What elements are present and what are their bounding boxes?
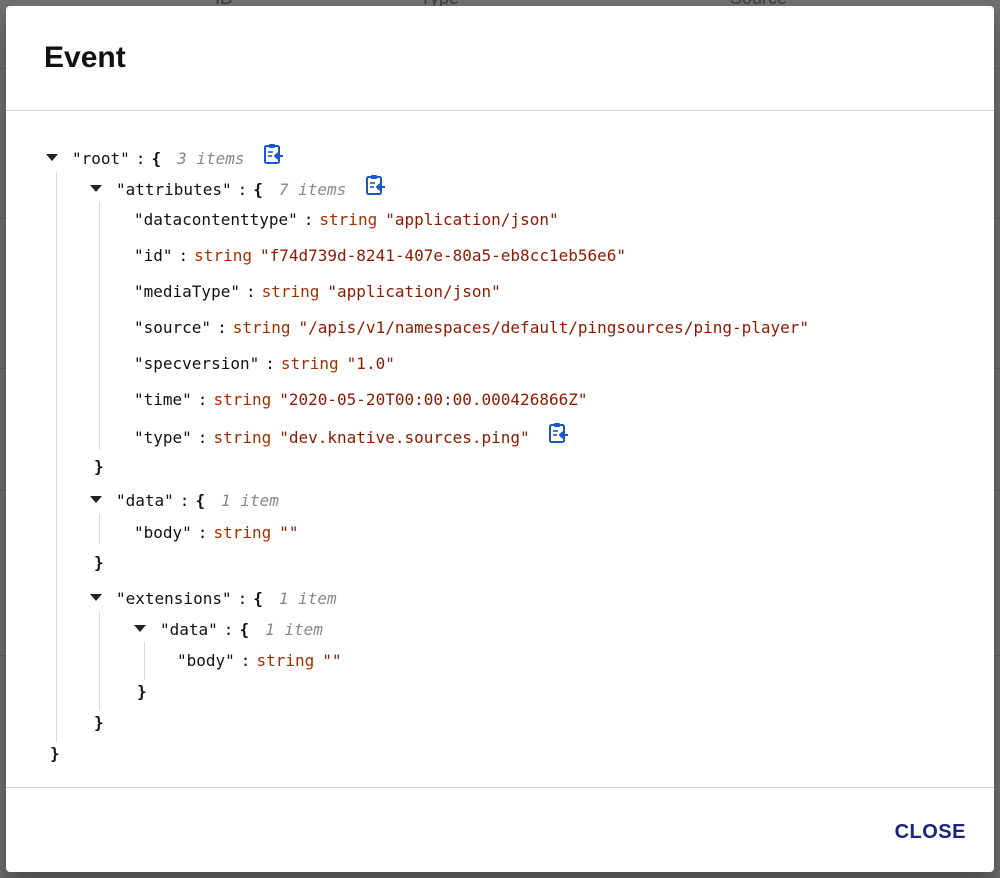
json-key: "time": [134, 390, 192, 409]
json-colon: :: [179, 491, 190, 510]
json-attribute-row[interactable]: "id": string "f74d739d-8241-407e-80a5-eb8c…: [134, 244, 626, 268]
root-guide-line: [56, 172, 57, 742]
data-guide-line: [99, 514, 100, 544]
json-colon: :: [245, 282, 256, 301]
json-value: "dev.knative.sources.ping": [279, 428, 530, 447]
json-key: "data": [160, 620, 218, 639]
json-type: string: [213, 390, 272, 409]
item-count: 7 items: [278, 180, 347, 199]
json-open-brace: {: [253, 180, 263, 199]
json-colon: :: [135, 149, 146, 168]
json-attribute-row[interactable]: "body": string "": [134, 521, 299, 545]
actions-divider: [6, 787, 994, 788]
caret-down-icon[interactable]: [90, 594, 102, 601]
extensions-guide-line: [99, 612, 100, 710]
json-key: "data": [116, 491, 174, 510]
caret-down-icon[interactable]: [46, 154, 58, 161]
json-value: "2020-05-20T00:00:00.000426866Z": [279, 390, 588, 409]
json-close-brace: }: [50, 744, 60, 763]
dialog-title: Event: [44, 41, 126, 74]
json-key: "root": [72, 149, 130, 168]
json-colon: :: [197, 523, 208, 542]
item-count: 1 item: [278, 589, 337, 608]
json-value: "application/json": [327, 282, 501, 301]
json-node-data[interactable]: "data": {1 item: [90, 489, 279, 513]
json-colon: :: [223, 620, 234, 639]
json-open-brace: {: [253, 589, 263, 608]
json-colon: :: [197, 428, 208, 447]
json-type: string: [194, 246, 252, 265]
copy-to-clipboard-icon[interactable]: [364, 174, 386, 203]
caret-down-icon[interactable]: [90, 496, 102, 503]
json-node-ext-data[interactable]: "data": {1 item: [134, 618, 323, 642]
json-type: string: [319, 210, 378, 229]
json-key: "mediaType": [134, 282, 240, 301]
close-button[interactable]: CLOSE: [895, 817, 966, 848]
json-value: "application/json": [385, 210, 559, 229]
json-attribute-row[interactable]: "specversion": string "1.0": [134, 352, 395, 376]
json-type: string: [232, 318, 291, 337]
json-attribute-row[interactable]: "datacontenttype": string "application/jso…: [134, 208, 559, 232]
json-close-brace: }: [94, 455, 104, 479]
json-close-brace: }: [94, 711, 104, 735]
json-value: "": [279, 523, 299, 542]
copy-to-clipboard-icon[interactable]: [262, 143, 284, 172]
json-key: "attributes": [116, 180, 232, 199]
json-key: "datacontenttype": [134, 210, 298, 229]
json-colon: :: [178, 246, 189, 265]
json-key: "specversion": [134, 354, 260, 373]
json-colon: :: [237, 180, 248, 199]
json-type: string: [256, 651, 315, 670]
attributes-guide-line: [99, 202, 100, 450]
json-key: "source": [134, 318, 212, 337]
json-close-brace: }: [94, 457, 104, 476]
json-close-brace: }: [94, 713, 104, 732]
json-key: "extensions": [116, 589, 232, 608]
json-attribute-row[interactable]: "time": string "2020-05-20T00:00:00.000426…: [134, 388, 587, 412]
item-count: 3 items: [177, 149, 245, 168]
ext-data-guide-line: [144, 642, 145, 680]
json-key: "type": [134, 428, 192, 447]
json-value: "/apis/v1/namespaces/default/pingsources…: [298, 318, 810, 337]
caret-down-icon[interactable]: [134, 625, 146, 632]
json-type: string: [280, 354, 339, 373]
json-value: "": [322, 651, 342, 670]
json-attribute-row[interactable]: "type": string "dev.knative.sources.ping": [134, 422, 569, 451]
item-count: 1 item: [265, 620, 323, 639]
json-close-brace: }: [94, 551, 104, 575]
json-colon: :: [217, 318, 227, 337]
json-node-root[interactable]: "root": {3 items: [46, 143, 284, 172]
json-colon: :: [303, 210, 314, 229]
json-value: "f74d739d-8241-407e-80a5-eb8cc1eb56e6": [259, 246, 627, 265]
json-colon: :: [240, 651, 251, 670]
json-value: "1.0": [346, 354, 395, 373]
json-close-brace: }: [137, 680, 147, 704]
json-open-brace: {: [151, 149, 162, 168]
json-close-brace: }: [94, 553, 104, 572]
copy-to-clipboard-icon[interactable]: [547, 422, 569, 451]
json-key: "body": [177, 651, 235, 670]
item-count: 1 item: [221, 491, 279, 510]
json-colon: :: [237, 589, 248, 608]
event-dialog: Event "root": {3 items "attributes": {7 it…: [6, 6, 994, 872]
json-type: string: [213, 523, 272, 542]
json-open-brace: {: [239, 620, 250, 639]
json-colon: :: [197, 390, 208, 409]
json-colon: :: [265, 354, 275, 373]
json-close-brace: }: [137, 682, 147, 701]
json-type: string: [213, 428, 272, 447]
json-attribute-row[interactable]: "mediaType": string "application/json": [134, 280, 501, 304]
json-node-attributes[interactable]: "attributes": {7 items: [90, 174, 386, 203]
json-attribute-row[interactable]: "body": string "": [177, 649, 342, 673]
caret-down-icon[interactable]: [90, 185, 102, 192]
json-key: "id": [134, 246, 173, 265]
json-viewer: "root": {3 items "attributes": {7 items "d…: [6, 110, 994, 787]
json-attribute-row[interactable]: "source": string "/apis/v1/namespaces/defa…: [134, 316, 809, 340]
json-node-extensions[interactable]: "extensions": {1 item: [90, 587, 337, 611]
json-type: string: [261, 282, 320, 301]
json-open-brace: {: [195, 491, 206, 510]
json-key: "body": [134, 523, 192, 542]
json-close-brace: }: [50, 742, 60, 766]
